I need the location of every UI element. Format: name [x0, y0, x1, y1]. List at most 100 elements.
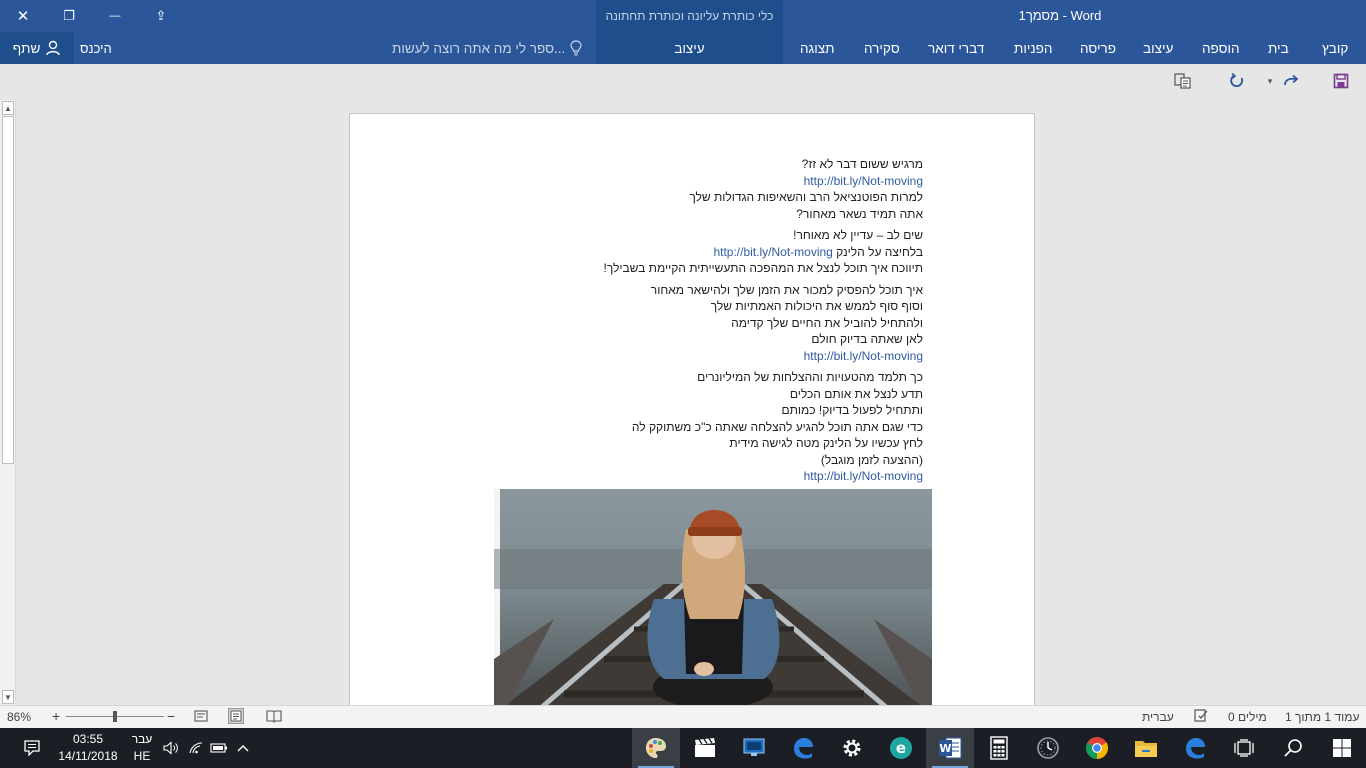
svg-text:W: W	[939, 742, 951, 755]
inline-hyperlink[interactable]: http://bit.ly/Not-moving	[713, 245, 832, 259]
word-count[interactable]: 0 מילים	[1228, 710, 1267, 724]
text-line: בלחיצה על הלינק http://bit.ly/Not-moving	[363, 244, 923, 261]
tab-design[interactable]: עיצוב	[1143, 32, 1173, 64]
text-line: מרגיש ששום דבר לא זז?	[801, 157, 923, 171]
task-view-icon[interactable]	[1220, 728, 1268, 768]
scroll-up-icon[interactable]: ▲	[2, 101, 14, 115]
document-photo[interactable]	[494, 489, 932, 714]
zoom-out-button[interactable]: −	[167, 708, 175, 724]
hyperlink[interactable]: http://bit.ly/Not-moving	[363, 348, 923, 365]
document-page[interactable]: מרגיש ששום דבר לא זז? http://bit.ly/Not-m…	[349, 113, 1035, 714]
focus-mode-icon[interactable]	[194, 709, 208, 726]
svg-text:e: e	[896, 739, 906, 757]
zoom-level[interactable]: 86%	[7, 710, 31, 724]
restore-button[interactable]: ❐	[46, 0, 92, 32]
lang-code: HE	[133, 749, 151, 763]
share-button[interactable]: שתף	[0, 32, 74, 64]
redo-icon[interactable]	[1280, 71, 1302, 91]
language-indicator[interactable]: עברית	[1142, 710, 1174, 724]
text-line: (ההצעה לזמן מוגבל)	[820, 452, 923, 467]
read-mode-icon[interactable]	[266, 709, 282, 726]
close-button[interactable]: ✕	[0, 0, 46, 32]
tab-insert[interactable]: הוספה	[1202, 32, 1240, 64]
word-app-icon[interactable]: W	[926, 728, 974, 768]
battery-icon[interactable]	[210, 739, 228, 757]
zoom-slider-thumb[interactable]	[113, 711, 117, 722]
ribbon-display-icon: ⇪	[155, 8, 167, 23]
tell-me-placeholder: ספר לי מה אתה רוצה לעשות...	[392, 40, 566, 56]
restore-icon: ❐	[63, 8, 75, 23]
input-language[interactable]: עבר HE	[128, 731, 156, 765]
clock-time: 03:55	[72, 732, 104, 746]
ribbon-display-options-button[interactable]: ⇪	[138, 0, 184, 32]
edge-browser-icon[interactable]	[779, 728, 827, 768]
taskbar: 03:55 14/11/2018 עבר HE e W	[0, 728, 1366, 768]
sign-in-link[interactable]: היכנס	[80, 32, 112, 64]
tab-file[interactable]: קובץ	[1322, 32, 1348, 64]
scroll-down-icon[interactable]: ▼	[2, 690, 14, 704]
document-body[interactable]: מרגיש ששום דבר לא זז? http://bit.ly/Not-m…	[363, 156, 923, 485]
system-clock[interactable]: 03:55 14/11/2018	[56, 731, 120, 765]
vertical-scrollbar[interactable]: ▲ ▼	[0, 100, 16, 705]
text-line: ולהתחיל להוביל את החיים שלך קדימה	[731, 315, 923, 330]
minimize-icon: —	[109, 10, 121, 22]
text-line: למרות הפוטנציאל הרב והשאיפות הגדולות שלך	[689, 190, 923, 204]
zoom-in-button[interactable]: +	[52, 708, 60, 724]
repeat-icon[interactable]	[1226, 71, 1248, 91]
text-line: כך תלמד מהטעויות וההצלחות של המיליונרים	[697, 370, 923, 384]
hyperlink[interactable]: http://bit.ly/Not-moving	[363, 468, 923, 485]
tab-review[interactable]: סקירה	[864, 32, 900, 64]
ribbon-tabs-row: שתף היכנס ספר לי מה אתה רוצה לעשות... עי…	[0, 32, 1366, 64]
tab-home[interactable]: בית	[1268, 32, 1289, 64]
tab-layout[interactable]: פריסה	[1080, 32, 1116, 64]
proofing-icon[interactable]	[1194, 708, 1208, 725]
hyperlink[interactable]: http://bit.ly/Not-moving	[363, 173, 923, 190]
status-bar: עמוד 1 מתוך 1 0 מילים עברית − + 86%	[0, 705, 1366, 728]
text-line: כדי שגם אתה תוכל להגיע להצלחה שאתה כ"כ מ…	[631, 419, 923, 434]
print-layout-icon[interactable]	[228, 708, 244, 727]
calculator-icon[interactable]	[975, 728, 1023, 768]
zoom-slider[interactable]	[66, 711, 164, 722]
text-line: אתה תמיד נשאר מאחור?	[796, 206, 923, 221]
tab-references[interactable]: הפניות	[1014, 32, 1052, 64]
wifi-icon[interactable]	[187, 739, 205, 757]
volume-icon[interactable]	[162, 739, 180, 757]
lang-native: עבר	[131, 732, 153, 746]
settings-gear-icon[interactable]	[828, 728, 876, 768]
quick-access-toolbar: ▾	[0, 64, 1366, 98]
scrollbar-thumb[interactable]	[2, 116, 14, 464]
title-bar: ✕ ❐ — ⇪ כלי כותרת עליונה וכותרת תחתונה מ…	[0, 0, 1366, 32]
text-line: לאן שאתה בדיוק חולם	[811, 332, 923, 346]
share-label: שתף	[12, 40, 41, 56]
page-count[interactable]: עמוד 1 מתוך 1	[1285, 710, 1359, 724]
text-run: בלחיצה על הלינק	[832, 244, 923, 259]
text-line: וסוף סוף לממש את היכולות האמתיות שלך	[710, 299, 923, 313]
start-windows-icon[interactable]	[1318, 728, 1366, 768]
file-explorer-icon[interactable]	[1122, 728, 1170, 768]
tab-header-footer-design[interactable]: עיצוב	[596, 32, 783, 64]
show-hidden-icons-chevron-icon[interactable]	[234, 739, 252, 757]
text-line: שים לב – עדיין לא מאוחר!	[793, 228, 923, 242]
translate-document-icon[interactable]	[1172, 71, 1194, 91]
text-line: תיווכח איך תוכל לנצל את המהפכה התעשייתית…	[603, 261, 923, 275]
action-center-icon[interactable]	[8, 728, 56, 768]
text-line: תדע לנצל את אותם הכלים	[789, 386, 923, 401]
edge-browser-icon-2[interactable]	[1171, 728, 1219, 768]
video-editor-icon[interactable]	[681, 728, 729, 768]
clock-app-icon[interactable]	[1024, 728, 1072, 768]
redo-dropdown-chevron-icon[interactable]: ▾	[1264, 71, 1276, 91]
search-icon[interactable]	[1269, 728, 1317, 768]
window-title: מסמך1 - Word	[1018, 8, 1102, 23]
text-line: לחץ עכשיו על הלינק מטה לגישה מידית	[729, 436, 923, 450]
tab-view[interactable]: תצוגה	[800, 32, 834, 64]
tab-mailings[interactable]: דברי דואר	[928, 32, 984, 64]
lightbulb-icon	[570, 40, 582, 56]
person-icon	[46, 40, 60, 56]
save-icon[interactable]	[1330, 71, 1352, 91]
edge-e-icon[interactable]: e	[877, 728, 925, 768]
paint-icon[interactable]	[632, 728, 680, 768]
remote-desktop-icon[interactable]	[730, 728, 778, 768]
minimize-button[interactable]: —	[92, 0, 138, 32]
chrome-icon[interactable]	[1073, 728, 1121, 768]
tell-me-box[interactable]: ספר לי מה אתה רוצה לעשות...	[392, 32, 582, 64]
